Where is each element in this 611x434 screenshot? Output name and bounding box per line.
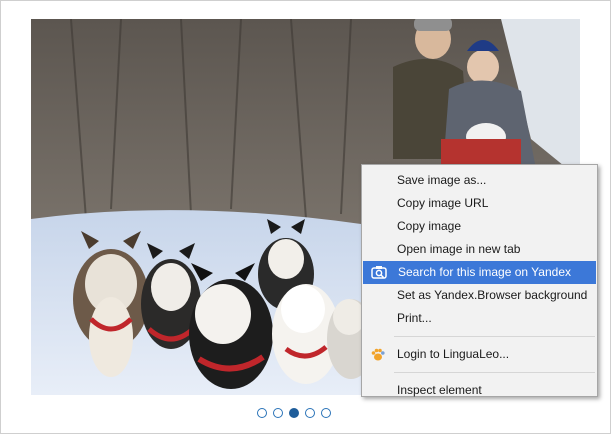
lingualeo-paw-icon [370,347,386,362]
menu-item-search-image-yandex[interactable]: Search for this image on Yandex [363,261,596,284]
camera-search-icon [371,265,387,280]
menu-item-inspect-element[interactable]: Inspect element [362,379,597,402]
menu-item-copy-image-url[interactable]: Copy image URL [362,192,597,215]
carousel-dot[interactable] [273,408,283,418]
menu-separator [394,336,595,337]
menu-item-set-browser-background[interactable]: Set as Yandex.Browser background [362,284,597,307]
menu-item-label: Login to LinguaLeo... [397,347,510,361]
carousel-dot[interactable] [321,408,331,418]
menu-item-save-image-as[interactable]: Save image as... [362,169,597,192]
menu-item-print[interactable]: Print... [362,307,597,330]
menu-separator [394,372,595,373]
menu-item-login-lingualeo[interactable]: Login to LinguaLeo... [362,343,597,366]
menu-item-label: Inspect element [397,383,482,397]
menu-item-copy-image[interactable]: Copy image [362,215,597,238]
menu-item-label: Print... [397,311,432,325]
carousel-dot[interactable] [305,408,315,418]
image-context-menu: Save image as... Copy image URL Copy ima… [361,164,598,397]
menu-item-label: Open image in new tab [397,242,521,256]
carousel-dots [257,408,331,418]
carousel-dot-active[interactable] [289,408,299,418]
menu-item-label: Set as Yandex.Browser background [397,288,588,302]
carousel-dot[interactable] [257,408,267,418]
menu-item-label: Search for this image on Yandex [398,265,571,279]
menu-item-open-image-new-tab[interactable]: Open image in new tab [362,238,597,261]
menu-item-label: Copy image URL [397,196,489,210]
menu-item-label: Copy image [397,219,462,233]
menu-item-label: Save image as... [397,173,487,187]
